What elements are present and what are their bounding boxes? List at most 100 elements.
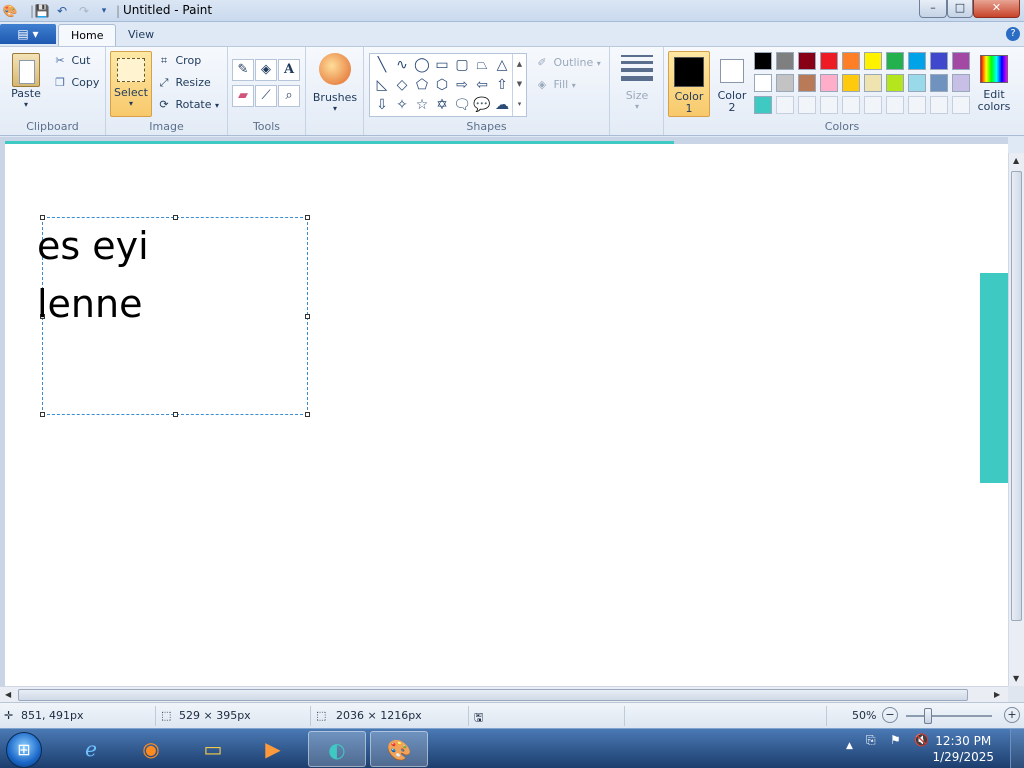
app-menu-button[interactable]: ▤ ▾: [0, 24, 56, 44]
resize-handle[interactable]: [305, 215, 310, 220]
color-swatch[interactable]: [776, 74, 794, 92]
color-swatch[interactable]: [952, 74, 970, 92]
clock[interactable]: 12:30 PM 1/29/2025: [932, 733, 994, 765]
copy-button[interactable]: ❐ Copy: [52, 73, 99, 93]
fill-bucket-icon[interactable]: ◈: [255, 59, 277, 81]
color-swatch[interactable]: [754, 74, 772, 92]
zoom-slider-track[interactable]: [906, 715, 992, 717]
resize-handle[interactable]: [173, 215, 178, 220]
scroll-up-icon[interactable]: ▲: [1013, 156, 1019, 165]
left-arrow-shape-icon[interactable]: ⇦: [472, 75, 492, 95]
empty-color-swatch[interactable]: [952, 96, 970, 114]
color-swatch[interactable]: [820, 52, 838, 70]
diamond-shape-icon[interactable]: ◇: [392, 75, 412, 95]
rounded-callout-shape-icon[interactable]: 🗨: [452, 95, 472, 115]
line-shape-icon[interactable]: ╲: [372, 55, 392, 75]
fill-button[interactable]: ◈ Fill ▾: [534, 75, 576, 95]
brushes-button[interactable]: Brushes ▾: [312, 51, 358, 117]
empty-color-swatch[interactable]: [776, 96, 794, 114]
cut-button[interactable]: ✂ Cut: [52, 51, 90, 71]
color-swatch[interactable]: [842, 52, 860, 70]
undo-icon[interactable]: ↶: [54, 3, 70, 19]
color-swatch[interactable]: [776, 52, 794, 70]
show-desktop-button[interactable]: [1010, 729, 1024, 768]
color2-button[interactable]: Color 2: [712, 51, 752, 117]
color-swatch[interactable]: [864, 52, 882, 70]
select-button[interactable]: Select ▾: [110, 51, 152, 117]
size-button[interactable]: Size ▾: [616, 51, 658, 117]
scroll-down-icon[interactable]: ▼: [513, 74, 526, 94]
resize-handle[interactable]: [305, 314, 310, 319]
triangle-shape-icon[interactable]: △: [492, 55, 512, 75]
resize-handle[interactable]: [40, 412, 45, 417]
vertical-scrollbar[interactable]: ▲ ▼: [1008, 153, 1024, 686]
help-icon[interactable]: ?: [1006, 27, 1020, 41]
horizontal-scrollbar[interactable]: ◀ ▶: [0, 686, 1008, 702]
paste-button[interactable]: Paste ▾: [6, 51, 46, 117]
color-swatch[interactable]: [864, 74, 882, 92]
outline-button[interactable]: ✐ Outline ▾: [534, 53, 600, 73]
action-center-flag-icon[interactable]: ⚑: [890, 733, 901, 747]
eraser-icon[interactable]: ▰: [232, 85, 254, 107]
edit-colors-button[interactable]: Edit colors: [974, 51, 1014, 117]
empty-color-swatch[interactable]: [930, 96, 948, 114]
firefox-icon[interactable]: ◉: [122, 731, 180, 767]
curve-shape-icon[interactable]: ∿: [392, 55, 412, 75]
color-swatch[interactable]: [842, 74, 860, 92]
down-arrow-shape-icon[interactable]: ⇩: [372, 95, 392, 115]
color-swatch[interactable]: [886, 52, 904, 70]
zoom-slider-thumb[interactable]: [924, 708, 932, 724]
five-point-star-shape-icon[interactable]: ☆: [412, 95, 432, 115]
oval-shape-icon[interactable]: ◯: [412, 55, 432, 75]
crop-button[interactable]: ⌗ Crop: [156, 51, 201, 71]
close-button[interactable]: ✕: [973, 0, 1020, 18]
magnifier-icon[interactable]: ⌕: [278, 85, 300, 107]
right-triangle-shape-icon[interactable]: ◺: [372, 75, 392, 95]
scroll-left-icon[interactable]: ◀: [5, 690, 11, 699]
empty-color-swatch[interactable]: [798, 96, 816, 114]
start-button[interactable]: ⊞: [6, 732, 42, 768]
color-swatch[interactable]: [886, 74, 904, 92]
color-swatch[interactable]: [798, 74, 816, 92]
empty-color-swatch[interactable]: [864, 96, 882, 114]
shapes-scroll[interactable]: ▲ ▼ ▾: [512, 54, 526, 116]
color1-button[interactable]: Color 1: [668, 51, 710, 117]
horizontal-scroll-thumb[interactable]: [18, 689, 968, 701]
file-explorer-icon[interactable]: ▭: [184, 731, 242, 767]
vertical-scroll-thumb[interactable]: [1011, 171, 1022, 621]
empty-color-swatch[interactable]: [886, 96, 904, 114]
tab-view[interactable]: View: [116, 24, 166, 46]
color-swatch[interactable]: [908, 52, 926, 70]
right-arrow-shape-icon[interactable]: ⇨: [452, 75, 472, 95]
empty-color-swatch[interactable]: [842, 96, 860, 114]
cloud-callout-shape-icon[interactable]: ☁: [492, 95, 512, 115]
tab-home[interactable]: Home: [58, 24, 117, 46]
show-hidden-icons-icon[interactable]: ▲: [846, 741, 853, 751]
resize-handle[interactable]: [40, 215, 45, 220]
color-swatch[interactable]: [930, 52, 948, 70]
paint-taskbar-icon[interactable]: 🎨: [370, 731, 428, 767]
color-swatch[interactable]: [754, 96, 772, 114]
four-point-star-shape-icon[interactable]: ✧: [392, 95, 412, 115]
zoom-in-icon[interactable]: +: [1004, 707, 1020, 723]
save-icon[interactable]: 💾: [34, 3, 50, 19]
minimize-button[interactable]: –: [919, 0, 947, 18]
rounded-rectangle-shape-icon[interactable]: ▢: [452, 55, 472, 75]
rectangle-shape-icon[interactable]: ▭: [432, 55, 452, 75]
resize-button[interactable]: ⤢ Resize: [156, 73, 211, 93]
oval-callout-shape-icon[interactable]: 💬: [472, 95, 492, 115]
resize-handle[interactable]: [305, 412, 310, 417]
maximize-button[interactable]: □: [947, 0, 973, 18]
paint-icon[interactable]: 🎨: [2, 3, 18, 19]
zoom-out-icon[interactable]: −: [882, 707, 898, 723]
color-swatch[interactable]: [754, 52, 772, 70]
color-swatch[interactable]: [930, 74, 948, 92]
media-player-icon[interactable]: ▶: [244, 731, 302, 767]
six-point-star-shape-icon[interactable]: ✡: [432, 95, 452, 115]
pentagon-shape-icon[interactable]: ⬠: [412, 75, 432, 95]
scroll-down-icon[interactable]: ▼: [1013, 674, 1019, 683]
color-swatch[interactable]: [820, 74, 838, 92]
hexagon-shape-icon[interactable]: ⬡: [432, 75, 452, 95]
color-swatch[interactable]: [798, 52, 816, 70]
resize-handle[interactable]: [173, 412, 178, 417]
